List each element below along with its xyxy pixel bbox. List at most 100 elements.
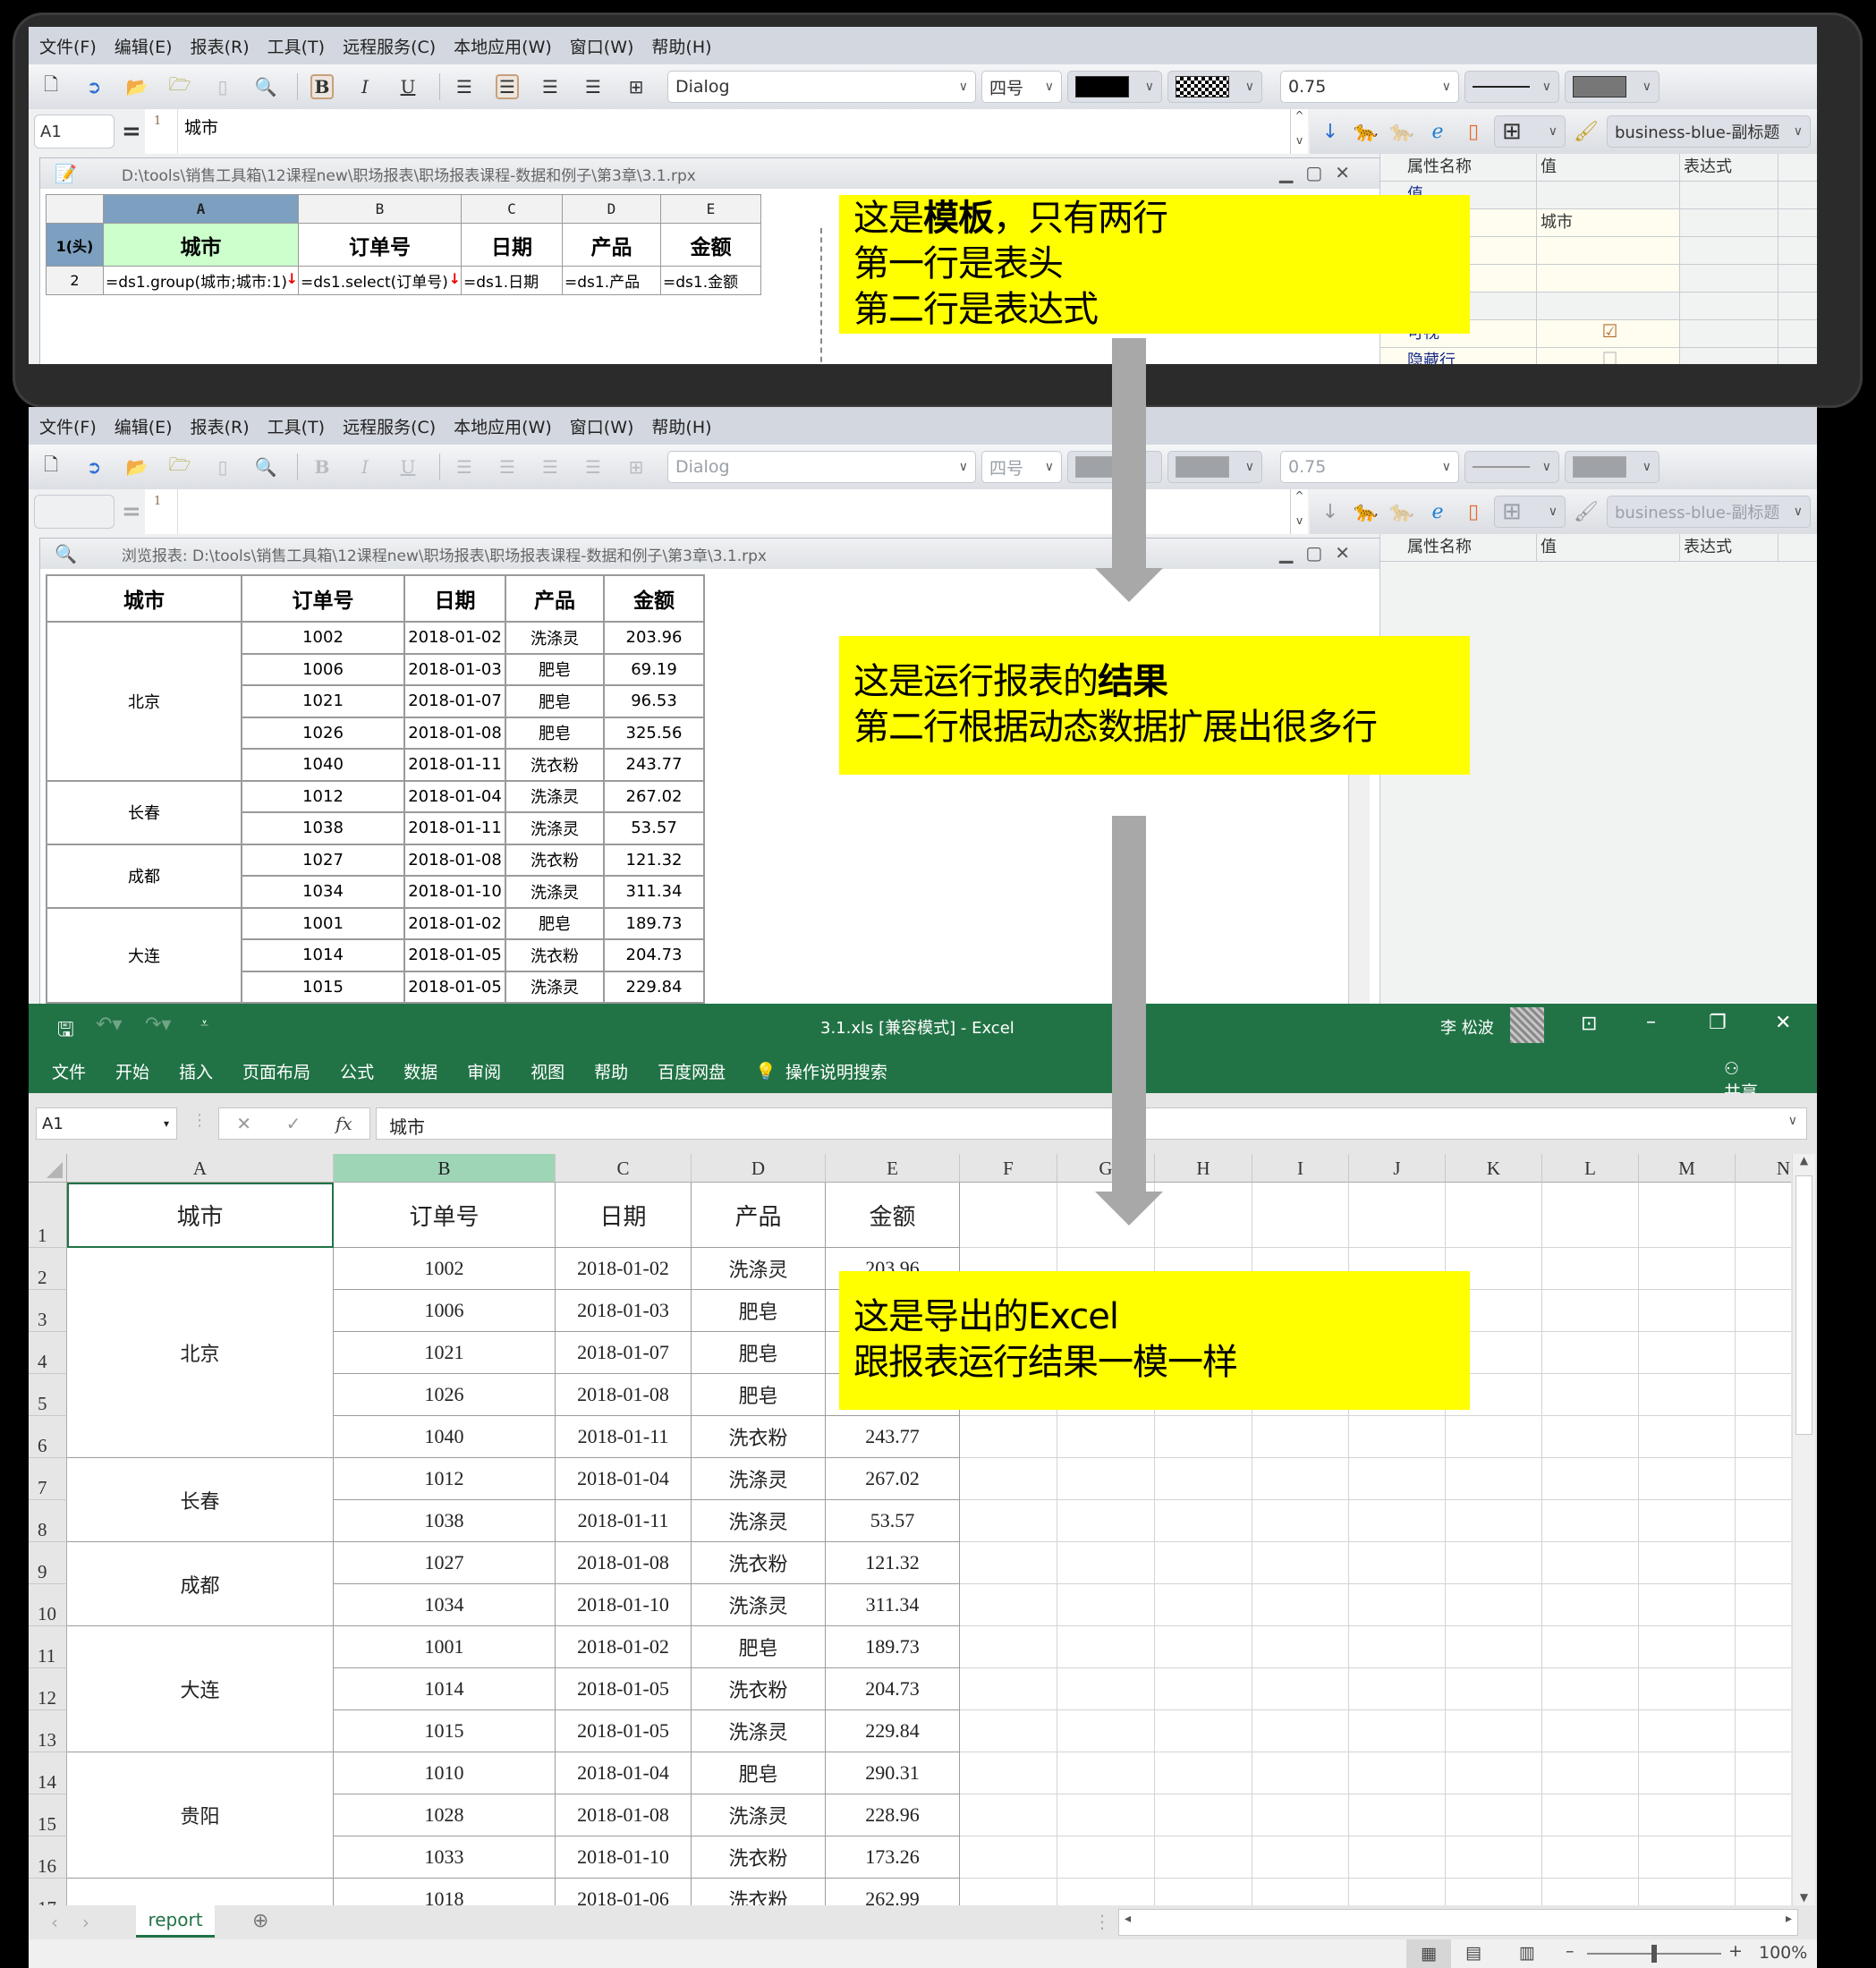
col-header-c[interactable]: C [556, 1154, 692, 1183]
cell-a2[interactable]: =ds1.group(城市;城市:1) ↓ [103, 266, 299, 295]
browser-icon[interactable]: ℯ [1422, 121, 1453, 143]
arrow-down-icon[interactable]: ↓ [1315, 501, 1345, 523]
page-layout-view-icon[interactable]: ▤ [1465, 1943, 1481, 1963]
data-cell[interactable]: 2018-01-08 [556, 1794, 692, 1837]
cell-c2[interactable]: =ds1.日期 [461, 266, 563, 295]
data-cell[interactable]: 2018-01-03 [556, 1290, 692, 1332]
line-style-select[interactable]: ∨ [1464, 71, 1559, 103]
save-icon[interactable]: ▯ [211, 74, 234, 99]
menu-report[interactable]: 报表(R) [191, 414, 250, 438]
align-left-icon[interactable]: ☰ [453, 454, 476, 479]
fx-icon[interactable]: fx [335, 1113, 352, 1134]
menu-edit[interactable]: 编辑(E) [115, 34, 173, 58]
cell-ref-field[interactable]: A1 [34, 115, 115, 148]
data-cell[interactable]: 1006 [334, 1290, 556, 1332]
line-style-select[interactable]: ∨ [1464, 451, 1559, 483]
col-header-e[interactable]: E [826, 1154, 960, 1183]
align-right-icon[interactable]: ☰ [539, 454, 562, 479]
browser-icon[interactable]: ℯ [1422, 501, 1453, 523]
mobile-icon[interactable]: ▯ [1458, 501, 1489, 523]
drag-handle[interactable]: ⋮ [191, 1111, 208, 1130]
horizontal-scrollbar[interactable]: ◂ ▸ [1118, 1909, 1798, 1936]
data-cell[interactable]: 2018-01-08 [556, 1542, 692, 1584]
row-header-4[interactable]: 4 [29, 1332, 67, 1374]
cell-e2[interactable]: =ds1.金额 [660, 266, 761, 295]
formula-input[interactable]: 城市 ∨ [376, 1107, 1807, 1140]
arrow-down-icon[interactable]: ↓ [1315, 121, 1345, 143]
preview-icon[interactable]: 🔍 [254, 454, 277, 479]
col-header-e[interactable]: E [660, 194, 761, 224]
col-header-m[interactable]: M [1639, 1154, 1736, 1183]
line-width-select[interactable]: 0.75 ∨ [1280, 71, 1459, 103]
data-cell[interactable]: 1026 [334, 1374, 556, 1416]
col-header-d[interactable]: D [562, 194, 661, 224]
data-cell[interactable]: 2018-01-10 [556, 1584, 692, 1626]
align-right-icon[interactable]: ☰ [539, 74, 562, 99]
row-header-11[interactable]: 11 [29, 1626, 67, 1668]
visible-checkbox[interactable]: ☑ [1537, 320, 1680, 347]
cell-d1[interactable]: 产品 [692, 1183, 826, 1248]
merged-city-cell[interactable]: 大连 [67, 1626, 334, 1752]
col-header-h[interactable]: H [1155, 1154, 1252, 1183]
row-header-10[interactable]: 10 [29, 1584, 67, 1626]
zoom-in-icon[interactable]: + [1728, 1941, 1743, 1961]
run-report-icon[interactable]: 🐆 [1351, 501, 1381, 523]
tab-baidu-pan[interactable]: 百度网盘 [658, 1059, 726, 1083]
data-cell[interactable]: 洗涤灵 [692, 1500, 826, 1542]
menu-tools[interactable]: 工具(T) [267, 414, 325, 438]
border-style-select[interactable]: ⊞ ∨ [1494, 496, 1566, 528]
zoom-level[interactable]: 100% [1759, 1943, 1807, 1963]
row-header-3[interactable]: 3 [29, 1290, 67, 1332]
data-cell[interactable]: 1033 [334, 1837, 556, 1879]
tab-file[interactable]: 文件 [52, 1059, 86, 1083]
underline-icon[interactable]: U [396, 454, 420, 479]
open-folder-icon[interactable]: 📂 [125, 74, 149, 99]
menu-window[interactable]: 窗口(W) [570, 414, 634, 438]
run-report-disabled-icon[interactable]: 🐆 [1387, 501, 1417, 523]
cell-a1[interactable]: 城市 [103, 223, 299, 267]
row-header-5[interactable]: 5 [29, 1374, 67, 1416]
data-cell[interactable]: 洗涤灵 [692, 1710, 826, 1752]
align-center-icon[interactable]: ☰ [496, 74, 519, 99]
data-cell[interactable]: 肥皂 [692, 1374, 826, 1416]
tab-formulas[interactable]: 公式 [340, 1059, 374, 1083]
data-cell[interactable]: 2018-01-04 [556, 1458, 692, 1500]
open-check-icon[interactable]: 🗁 [168, 73, 191, 99]
cell-ref-field[interactable] [34, 495, 115, 529]
cell-d2[interactable]: =ds1.产品 [562, 266, 661, 295]
data-cell[interactable]: 洗衣粉 [692, 1542, 826, 1584]
fill-color-select[interactable]: ∨ [1167, 71, 1262, 103]
data-cell[interactable]: 53.57 [826, 1500, 960, 1542]
tab-splitter[interactable]: ⋮ [1093, 1911, 1111, 1932]
col-header-i[interactable]: I [1252, 1154, 1349, 1183]
col-header-a[interactable]: A [103, 194, 299, 224]
data-cell[interactable]: 1010 [334, 1752, 556, 1794]
corner-cell[interactable] [46, 194, 104, 224]
data-cell[interactable]: 204.73 [826, 1668, 960, 1710]
data-cell[interactable]: 1014 [334, 1668, 556, 1710]
menu-window[interactable]: 窗口(W) [570, 34, 634, 58]
import-icon[interactable]: ➲ [82, 454, 106, 479]
hide-row-checkbox[interactable]: ☐ [1537, 348, 1680, 364]
select-all-corner[interactable] [29, 1154, 67, 1183]
row-header-6[interactable]: 6 [29, 1416, 67, 1458]
data-cell[interactable]: 311.34 [826, 1584, 960, 1626]
close-icon[interactable]: ✕ [1775, 1012, 1791, 1034]
brush-icon[interactable]: 🖌 [1571, 501, 1601, 523]
merged-city-cell[interactable]: 长春 [67, 1458, 334, 1542]
data-cell[interactable]: 290.31 [826, 1752, 960, 1794]
cell-e1[interactable]: 金额 [660, 223, 761, 267]
data-cell[interactable]: 2018-01-08 [556, 1374, 692, 1416]
col-header-n[interactable]: N [1736, 1154, 1791, 1183]
zoom-slider-thumb[interactable] [1651, 1945, 1657, 1963]
merged-city-cell[interactable]: 贵阳 [67, 1752, 334, 1879]
data-cell[interactable]: 洗衣粉 [692, 1879, 826, 1905]
row-header-12[interactable]: 12 [29, 1668, 67, 1710]
style-template-select[interactable]: business-blue-副标题 ∨ [1607, 496, 1811, 528]
preview-icon[interactable]: 🔍 [254, 74, 277, 99]
data-cell[interactable]: 1028 [334, 1794, 556, 1837]
merge-icon[interactable]: ⊞ [624, 74, 648, 99]
ribbon-display-icon[interactable]: ⊡ [1581, 1013, 1597, 1035]
tab-review[interactable]: 审阅 [467, 1059, 501, 1083]
data-cell[interactable]: 肥皂 [692, 1290, 826, 1332]
